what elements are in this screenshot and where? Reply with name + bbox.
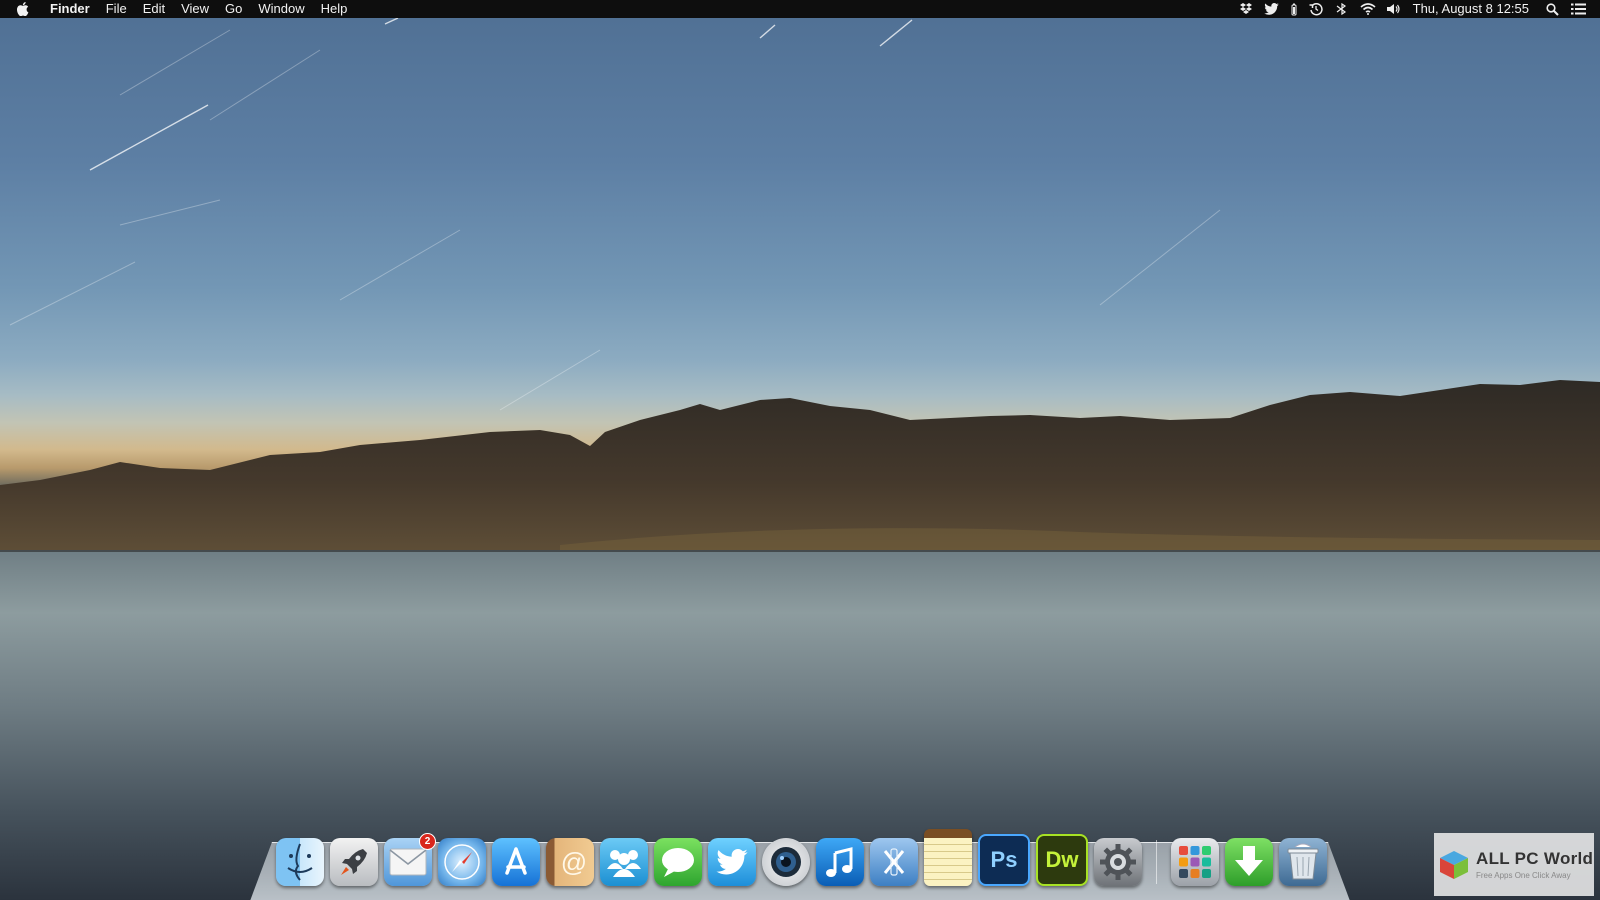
safari-icon[interactable]: [438, 838, 486, 886]
finder-icon[interactable]: [276, 838, 324, 886]
trash-icon[interactable]: [1279, 838, 1327, 886]
apple-menu-icon[interactable]: [16, 2, 30, 16]
volume-icon[interactable]: [1386, 2, 1402, 16]
menu-help[interactable]: Help: [313, 0, 356, 18]
twitter-app-icon[interactable]: [708, 838, 756, 886]
messages-icon[interactable]: [654, 838, 702, 886]
mail-icon[interactable]: 2: [384, 833, 436, 886]
dropbox-icon[interactable]: [1238, 2, 1254, 16]
photoshop-label: Ps: [990, 847, 1018, 872]
menu-window[interactable]: Window: [250, 0, 312, 18]
menu-app-name[interactable]: Finder: [42, 0, 98, 18]
dock-separator: [1156, 840, 1157, 884]
camera-icon[interactable]: [762, 838, 810, 886]
menubar-clock[interactable]: Thu, August 8 12:55: [1413, 0, 1529, 18]
app-store-icon[interactable]: [492, 838, 540, 886]
watermark: ALL PC World Free Apps One Click Away: [1434, 833, 1594, 896]
bluetooth-icon[interactable]: [1334, 2, 1350, 16]
mountain-range: [0, 380, 1600, 552]
wifi-icon[interactable]: [1360, 2, 1376, 16]
launchpad-icon[interactable]: [330, 838, 378, 886]
menu-view[interactable]: View: [173, 0, 217, 18]
notification-center-icon[interactable]: [1570, 2, 1586, 16]
menu-file[interactable]: File: [98, 0, 135, 18]
dock: 2 @ Ps Dw: [276, 829, 1333, 886]
applications-folder-icon[interactable]: [1171, 838, 1219, 886]
menu-bar: Finder File Edit View Go Window Help Thu…: [0, 0, 1600, 18]
dreamweaver-icon[interactable]: Dw: [1036, 834, 1088, 886]
status-menus: Thu, August 8 12:55: [1233, 0, 1600, 18]
dreamweaver-label: Dw: [1045, 847, 1079, 872]
time-machine-icon[interactable]: [1308, 2, 1324, 16]
people-icon[interactable]: [600, 838, 648, 886]
wallpaper: [0, 17, 1600, 900]
photoshop-icon[interactable]: Ps: [978, 834, 1030, 886]
all-pc-world-logo-icon: [1440, 850, 1468, 879]
watermark-title: ALL PC World: [1476, 849, 1594, 868]
spotlight-icon[interactable]: [1544, 2, 1560, 16]
menu-go[interactable]: Go: [217, 0, 250, 18]
twitter-icon[interactable]: [1264, 2, 1280, 16]
desktop[interactable]: Finder File Edit View Go Window Help Thu…: [0, 0, 1600, 900]
itunes-icon[interactable]: [816, 838, 864, 886]
battery-icon[interactable]: [1290, 2, 1298, 16]
star-trails: [89, 17, 913, 171]
menu-edit[interactable]: Edit: [135, 0, 173, 18]
contacts-icon[interactable]: @: [546, 838, 594, 886]
mail-badge: 2: [419, 833, 436, 850]
watermark-subtitle: Free Apps One Click Away: [1476, 871, 1571, 880]
xcode-icon[interactable]: [870, 838, 918, 886]
notes-icon[interactable]: [924, 829, 972, 886]
system-preferences-icon[interactable]: [1094, 838, 1142, 886]
downloads-icon[interactable]: [1225, 838, 1273, 886]
